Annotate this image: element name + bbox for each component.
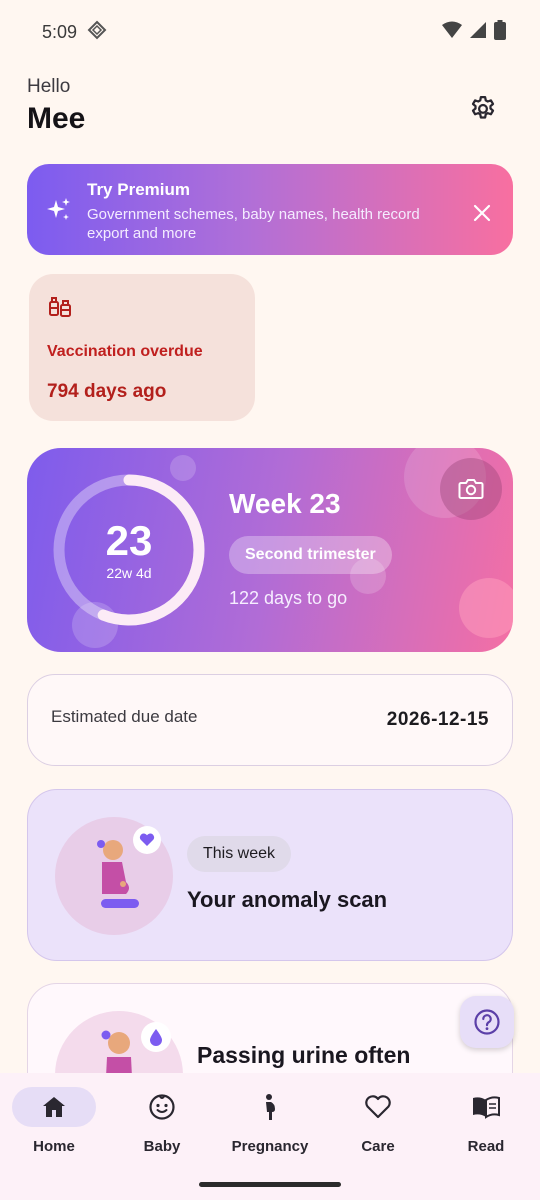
week-progress-card[interactable]: 23 22w 4d Week 23 Second trimester 122 d… (27, 448, 513, 652)
vpn-diamond-icon (87, 20, 107, 45)
water-drop-icon (150, 1029, 162, 1046)
battery-icon (494, 19, 506, 45)
nav-read[interactable]: Read (432, 1087, 540, 1155)
week-detail: 22w 4d (106, 565, 152, 581)
due-date-label: Estimated due date (51, 707, 198, 726)
camera-button[interactable] (440, 458, 502, 520)
heart-badge (133, 826, 161, 854)
camera-icon (458, 479, 484, 499)
greeting: Hello Mee (27, 76, 85, 136)
vaccination-title: Vaccination overdue (47, 343, 203, 360)
nav-baby[interactable]: Baby (108, 1087, 216, 1155)
decor-bubble (459, 578, 513, 638)
nav-pregnancy-label: Pregnancy (231, 1138, 309, 1155)
water-drop-badge (141, 1022, 171, 1052)
sparkle-icon (47, 198, 70, 220)
premium-title: Try Premium (87, 180, 190, 199)
help-button[interactable] (460, 996, 514, 1048)
nav-pregnancy[interactable]: Pregnancy (216, 1087, 324, 1155)
scan-title: Your anomaly scan (187, 887, 388, 912)
bottom-navigation: Home Baby Pregnancy Care Read (0, 1073, 540, 1200)
vaccination-overdue-card[interactable]: Vaccination overdue 794 days ago (29, 274, 255, 421)
vaccination-days: 794 days ago (47, 381, 167, 402)
week-number: 23 (105, 517, 153, 564)
user-name: Mee (27, 102, 86, 135)
nav-pregnancy-indicator (228, 1087, 312, 1127)
help-question-icon (474, 1009, 500, 1035)
trimester-badge: Second trimester (229, 536, 392, 574)
close-icon[interactable] (471, 202, 493, 224)
progress-ring-label: 23 22w 4d (51, 472, 207, 628)
book-icon (473, 1096, 500, 1119)
premium-subtitle: Government schemes, baby names, health r… (87, 206, 420, 242)
nav-care[interactable]: Care (324, 1087, 432, 1155)
nav-care-indicator (336, 1087, 420, 1127)
due-date-card[interactable]: Estimated due date 2026-12-15 (27, 674, 513, 766)
pregnant-person-icon (266, 1094, 275, 1120)
signal-icon (470, 21, 486, 44)
symptom-title: Passing urine often (197, 1042, 411, 1068)
week-title: Week 23 (229, 488, 341, 519)
progress-ring: 23 22w 4d (51, 472, 207, 628)
anomaly-scan-card[interactable]: This week Your anomaly scan (27, 789, 513, 961)
days-to-go: 122 days to go (229, 588, 348, 608)
settings-button[interactable] (468, 94, 498, 124)
status-left: 5:09 (42, 20, 107, 45)
nav-home-label: Home (33, 1138, 75, 1155)
home-gesture-bar[interactable] (199, 1182, 341, 1187)
home-icon (43, 1097, 65, 1117)
wifi-icon (442, 21, 462, 44)
nav-baby-label: Baby (143, 1138, 181, 1155)
nav-baby-indicator (120, 1087, 204, 1127)
nav-home[interactable]: Home (0, 1087, 108, 1155)
nav-home-indicator (12, 1087, 96, 1127)
nav-care-label: Care (361, 1138, 395, 1155)
heart-icon (139, 833, 155, 846)
premium-text: Try Premium Government schemes, baby nam… (87, 180, 471, 243)
status-right (442, 19, 506, 45)
nav-read-label: Read (467, 1138, 505, 1155)
due-date-value: 2026-12-15 (386, 709, 489, 730)
nav-read-indicator (444, 1087, 528, 1127)
this-week-badge: This week (187, 836, 292, 872)
greeting-hello: Hello (27, 76, 71, 97)
gear-icon (471, 96, 495, 119)
status-time: 5:09 (42, 21, 78, 42)
baby-face-icon (149, 1094, 175, 1120)
vaccine-vials-icon (49, 297, 71, 317)
heart-icon (365, 1095, 391, 1119)
premium-banner[interactable]: Try Premium Government schemes, baby nam… (27, 164, 513, 255)
status-bar: 5:09 (0, 0, 540, 64)
